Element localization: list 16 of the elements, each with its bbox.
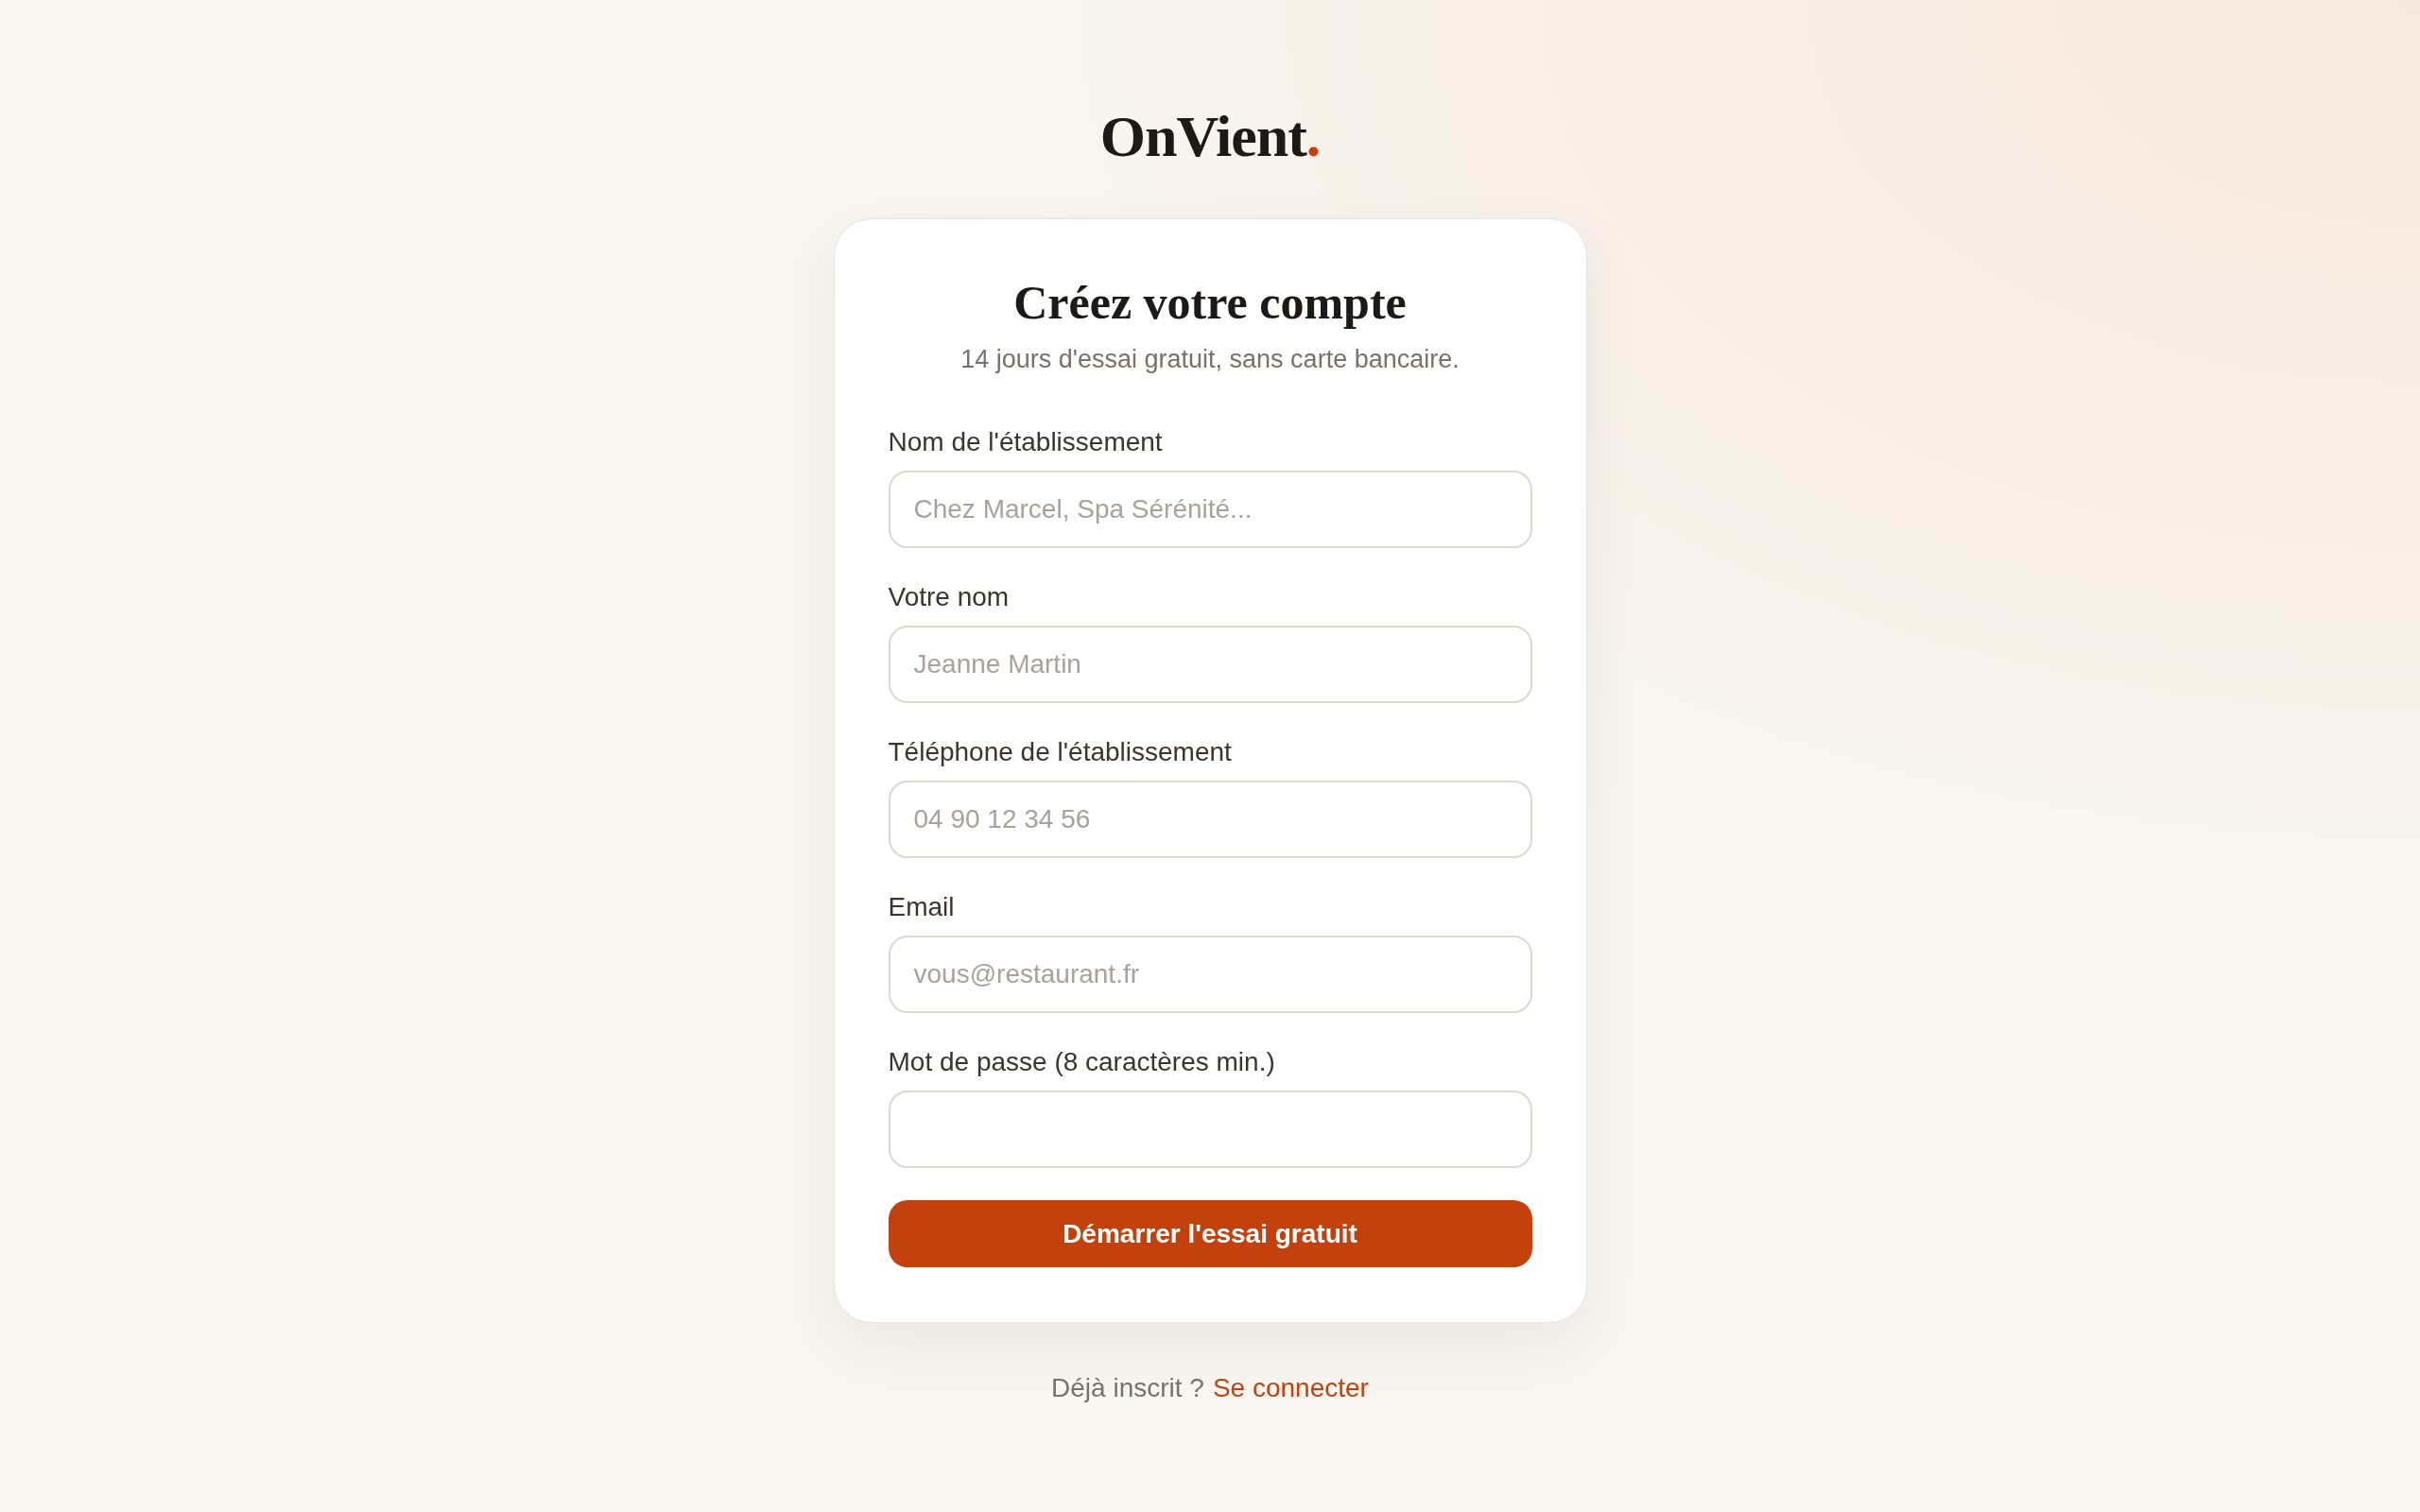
input-field[interactable]: vous@restaurant.fr bbox=[888, 936, 1532, 1013]
start-trial-button[interactable]: Démarrer l'essai gratuit bbox=[888, 1200, 1532, 1267]
input-field[interactable]: Chez Marcel, Spa Sérénité... bbox=[888, 471, 1532, 548]
input-field[interactable] bbox=[888, 1091, 1532, 1168]
input-field[interactable]: 04 90 12 34 56 bbox=[888, 781, 1532, 858]
signin-prompt: Déjà inscrit ? bbox=[1051, 1372, 1204, 1404]
field-label: Nom de l'établissement bbox=[888, 426, 1164, 458]
field-label: Téléphone de l'établissement bbox=[888, 736, 1233, 768]
card-title: Créez votre compte bbox=[1012, 275, 1408, 331]
card-subtitle: 14 jours d'essai gratuit, sans carte bancaire. bbox=[959, 344, 1461, 375]
logo-wordmark: OnVient. bbox=[1099, 107, 1321, 165]
field-label: Votre nom bbox=[888, 581, 1011, 613]
field-label: Email bbox=[888, 891, 956, 923]
signin-link[interactable]: Se connecter bbox=[1212, 1371, 1369, 1405]
input-field[interactable]: Jeanne Martin bbox=[888, 626, 1532, 703]
field-label: Mot de passe (8 caractères min.) bbox=[888, 1046, 1276, 1078]
